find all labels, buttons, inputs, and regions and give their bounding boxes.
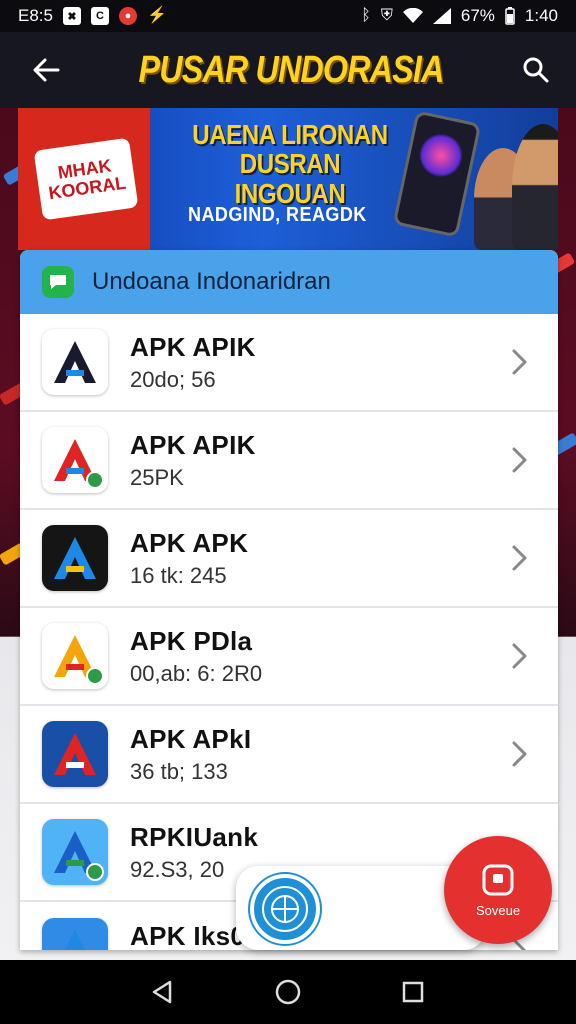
- list-item[interactable]: APK APIK 25PK: [20, 412, 558, 510]
- chat-icon: [42, 266, 74, 298]
- system-nav-bar: [0, 960, 576, 1024]
- bluetooth-icon: ᛒ: [361, 7, 371, 24]
- nav-back-icon: [152, 980, 171, 1004]
- arrow-left-icon: [33, 58, 60, 82]
- record-icon: ●: [118, 7, 137, 25]
- person-photo: [512, 124, 558, 250]
- nav-back-button[interactable]: [139, 968, 187, 1016]
- app-a-icon: [42, 819, 108, 885]
- badge-dot: [86, 863, 104, 881]
- page-title: PUSAR UNDORASIA: [138, 48, 445, 91]
- globe-emblem-icon[interactable]: [250, 874, 320, 944]
- list-item[interactable]: APK APK 16 tk: 245: [20, 510, 558, 608]
- search-icon: [523, 57, 549, 83]
- banner-badge-label: MHAK KOORAL: [33, 137, 139, 221]
- badge-dot: [86, 667, 104, 685]
- signal-icon: [432, 8, 451, 24]
- promo-banner[interactable]: MHAK KOORAL UAENA LIRONAN DUSRAN INGOUAN…: [18, 108, 558, 250]
- app-a-icon: [42, 525, 108, 591]
- app-name: APK APIK: [130, 331, 256, 362]
- letter-a-shape: [54, 537, 96, 579]
- app-name: APK PDla: [130, 625, 253, 656]
- app-text: APK APIK 20do; 56: [130, 332, 500, 393]
- search-button[interactable]: [506, 40, 566, 100]
- notification-app-icon: ✖: [62, 7, 81, 25]
- letter-a-glyph: [54, 733, 96, 775]
- app-a-icon: [42, 721, 108, 787]
- app-meta: 36 tb; 133: [130, 758, 228, 784]
- app-name: APK APIK: [130, 429, 256, 460]
- floating-action-button[interactable]: Soveue: [444, 836, 552, 944]
- chevron-right-icon: [500, 342, 540, 382]
- app-a-icon: [42, 427, 108, 493]
- list-item[interactable]: APK APkI 36 tb; 133: [20, 706, 558, 804]
- app-a-icon: [42, 918, 108, 950]
- banner-headline: UAENA LIRONAN DUSRAN INGOUAN: [182, 120, 399, 208]
- fab-label: Soveue: [475, 902, 521, 918]
- stop-square-icon: [482, 864, 514, 895]
- chevron-right-icon: [500, 636, 540, 676]
- letter-a-shape: [54, 341, 96, 383]
- app-meta: 16 tk: 245: [130, 562, 227, 588]
- card-title: Undoana Indonaridran: [92, 268, 331, 295]
- app-a-icon: [42, 623, 108, 689]
- letter-a-glyph: [54, 537, 96, 579]
- status-left: E8:5 ✖ C ● ⚡: [18, 6, 167, 26]
- status-time: 1:40: [524, 6, 558, 25]
- battery-percent: 67%: [460, 6, 495, 25]
- letter-a-glyph: [65, 930, 85, 950]
- app-text: APK APIK 25PK: [130, 430, 500, 491]
- app-a-icon: [42, 329, 108, 395]
- app-meta: 25PK: [130, 464, 184, 490]
- app-text: APK PDla 00,ab: 6: 2R0: [130, 626, 500, 687]
- chevron-right-icon: [500, 734, 540, 774]
- banner-headline-line1: UAENA LIRONAN: [192, 119, 388, 150]
- nav-home-button[interactable]: [264, 968, 312, 1016]
- app-meta: 00,ab: 6: 2R0: [130, 660, 263, 686]
- chevron-right-icon: [500, 440, 540, 480]
- nav-home-icon: [275, 979, 301, 1005]
- banner-headline-line2: DUSRAN INGOUAN: [234, 148, 346, 209]
- nav-recents-button[interactable]: [389, 968, 437, 1016]
- list-item[interactable]: APK APIK 20do; 56: [20, 314, 558, 412]
- status-right: ᛒ ⛨ 67% 1:40: [361, 6, 558, 26]
- banner-tagline: NADGIND, REAGDK: [188, 204, 367, 226]
- letter-a-shape: [54, 733, 96, 775]
- app-bar: PUSAR UNDORASIA: [0, 32, 576, 108]
- notification-app-icon: C: [90, 7, 109, 25]
- list-item[interactable]: APK PDla 00,ab: 6: 2R0: [20, 608, 558, 706]
- app-meta: 20do; 56: [130, 366, 216, 392]
- app-text: APK APK 16 tk: 245: [130, 528, 500, 589]
- phone-illustration: [392, 110, 482, 238]
- back-button[interactable]: [16, 40, 76, 100]
- app-name: RPKIUank: [130, 821, 259, 852]
- letter-a-shape: [65, 930, 85, 950]
- app-text: APK APkI 36 tb; 133: [130, 724, 500, 785]
- badge-dot: [86, 471, 104, 489]
- app-name: APK APkI: [130, 723, 252, 754]
- app-name: APK APK: [130, 527, 249, 558]
- card-header: Undoana Indonaridran: [20, 250, 558, 314]
- status-bar: E8:5 ✖ C ● ⚡ ᛒ ⛨ 67% 1:40: [0, 0, 576, 32]
- shield-icon: ⛨: [380, 7, 393, 24]
- chevron-right-icon: [500, 538, 540, 578]
- usb-icon: ⚡: [146, 7, 167, 24]
- wifi-icon: [402, 8, 423, 23]
- status-left-text: E8:5: [18, 6, 53, 25]
- nav-recents-icon: [403, 981, 424, 1003]
- banner-badge: MHAK KOORAL: [18, 108, 150, 250]
- battery-icon: [505, 7, 515, 25]
- letter-a-glyph: [54, 341, 96, 383]
